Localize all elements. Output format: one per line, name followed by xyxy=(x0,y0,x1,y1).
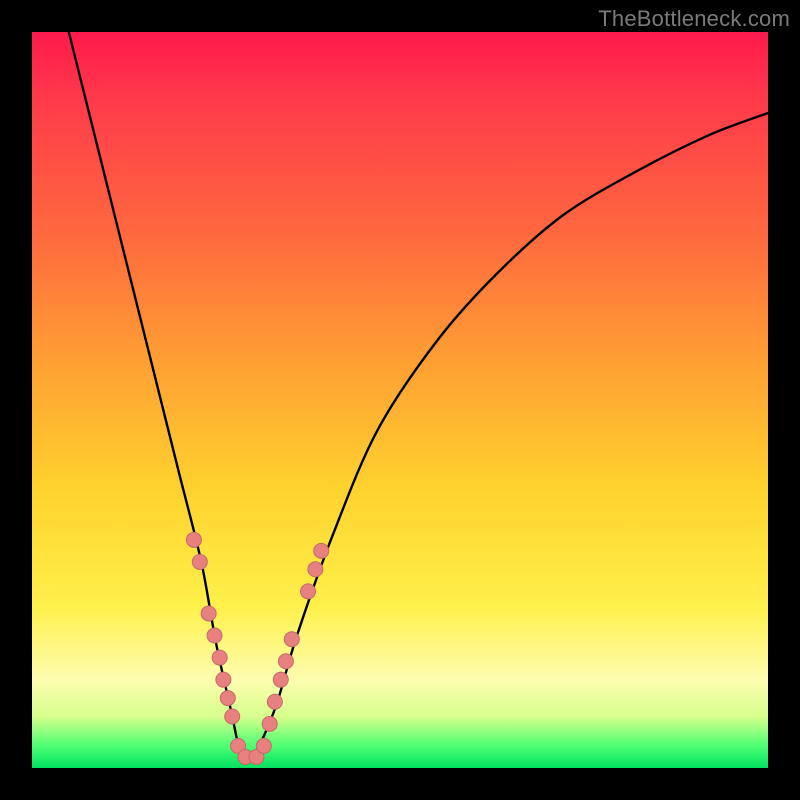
chart-frame: TheBottleneck.com xyxy=(0,0,800,800)
chart-svg xyxy=(32,32,768,768)
data-points xyxy=(186,532,328,764)
data-point xyxy=(186,532,201,547)
data-point xyxy=(301,584,316,599)
data-point xyxy=(212,650,227,665)
data-point xyxy=(273,672,288,687)
bottleneck-curve xyxy=(69,32,768,763)
data-point xyxy=(284,632,299,647)
watermark-text: TheBottleneck.com xyxy=(598,6,790,32)
data-point xyxy=(308,562,323,577)
chart-plot-area xyxy=(32,32,768,768)
data-point xyxy=(201,606,216,621)
data-point xyxy=(192,554,207,569)
data-point xyxy=(267,694,282,709)
data-point xyxy=(314,543,329,558)
data-point xyxy=(278,654,293,669)
data-point xyxy=(262,716,277,731)
data-point xyxy=(207,628,222,643)
data-point xyxy=(256,738,271,753)
data-point xyxy=(225,709,240,724)
data-point xyxy=(216,672,231,687)
data-point xyxy=(220,691,235,706)
